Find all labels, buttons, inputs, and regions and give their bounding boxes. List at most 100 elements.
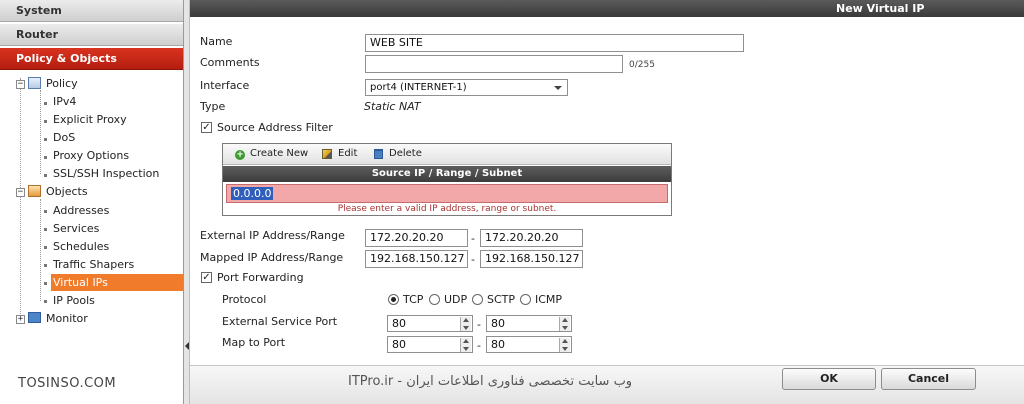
tree-guide [40, 199, 41, 301]
source-address-grid: + Create New Edit Delete Source IP / Ran… [222, 143, 672, 216]
protocol-label: Protocol [222, 293, 267, 306]
source-ip-input[interactable]: 0.0.0.0 [231, 187, 274, 200]
collapse-policy-icon[interactable]: − [16, 80, 25, 89]
delete-icon[interactable] [374, 149, 383, 159]
edit-button[interactable]: Edit [338, 148, 357, 159]
protocol-icmp-label: ICMP [535, 293, 563, 306]
spinner-icon[interactable] [460, 338, 471, 352]
mapped-ip-end-input[interactable]: 192.168.150.127 [480, 250, 583, 268]
port-forwarding-label: Port Forwarding [217, 271, 304, 284]
protocol-tcp-radio[interactable] [388, 294, 399, 305]
bullet-icon [44, 228, 47, 231]
tree-guide [40, 90, 41, 174]
mapped-ip-label: Mapped IP Address/Range [200, 251, 344, 264]
protocol-udp-label: UDP [444, 293, 468, 306]
bullet-icon [44, 300, 47, 303]
source-address-filter-checkbox[interactable]: ✓ [201, 122, 212, 133]
collapse-objects-icon[interactable]: − [16, 188, 25, 197]
port-forwarding-checkbox[interactable]: ✓ [201, 272, 212, 283]
grid-column-header: Source IP / Range / Subnet [223, 166, 671, 182]
nav-header-system[interactable]: System [0, 0, 183, 22]
objects-folder-icon [28, 185, 41, 197]
create-new-button[interactable]: Create New [250, 148, 308, 159]
tree-item-services[interactable]: Services [53, 220, 99, 237]
external-ip-label: External IP Address/Range [200, 229, 345, 242]
tree-item-proxy-options[interactable]: Proxy Options [53, 147, 129, 164]
tree-item-objects[interactable]: Objects [46, 183, 88, 200]
tree-item-addresses[interactable]: Addresses [53, 202, 109, 219]
external-port-start-value: 80 [392, 317, 406, 330]
protocol-sctp-radio[interactable] [472, 294, 483, 305]
bullet-icon [44, 138, 47, 141]
dialog-title: New Virtual IP [836, 2, 925, 15]
policy-folder-icon [28, 77, 41, 89]
grid-toolbar: + Create New Edit Delete [223, 144, 671, 165]
spinner-icon[interactable] [559, 317, 570, 331]
comments-label: Comments [200, 56, 260, 69]
tree-item-explicit-proxy[interactable]: Explicit Proxy [53, 111, 127, 128]
tree-item-virtual-ips[interactable]: Virtual IPs [51, 274, 183, 291]
chevron-down-icon [554, 86, 562, 90]
tree-item-policy[interactable]: Policy [46, 75, 78, 92]
source-address-filter-label: Source Address Filter [217, 121, 333, 134]
cancel-button[interactable]: Cancel [881, 368, 976, 390]
edit-icon[interactable] [322, 149, 332, 159]
create-new-icon[interactable]: + [235, 150, 245, 160]
external-ip-start-input[interactable]: 172.20.20.20 [365, 229, 468, 247]
tree-item-traffic-shapers[interactable]: Traffic Shapers [53, 256, 134, 273]
bullet-icon [44, 174, 47, 177]
type-value: Static NAT [364, 100, 421, 113]
tree-item-dos[interactable]: DoS [53, 129, 75, 146]
bullet-icon [44, 264, 47, 267]
external-port-start-input[interactable]: 80 [387, 315, 473, 332]
spinner-icon[interactable] [559, 338, 570, 352]
comments-textarea[interactable] [365, 55, 623, 73]
left-navigation: System Router Policy & Objects − Policy … [0, 0, 184, 404]
tree-item-monitor[interactable]: Monitor [46, 310, 88, 327]
comments-counter: 0/255 [629, 60, 655, 70]
protocol-udp-radio[interactable] [429, 294, 440, 305]
external-port-end-input[interactable]: 80 [486, 315, 572, 332]
bullet-icon [44, 102, 47, 105]
map-port-end-value: 80 [491, 338, 505, 351]
expand-monitor-icon[interactable]: + [16, 315, 25, 324]
nav-header-policy-objects[interactable]: Policy & Objects [0, 48, 183, 70]
source-ip-input-row[interactable]: 0.0.0.0 [226, 184, 668, 203]
tree-item-schedules[interactable]: Schedules [53, 238, 109, 255]
validation-error-message: Please enter a valid IP address, range o… [337, 204, 557, 214]
bullet-icon [44, 120, 47, 123]
ok-button[interactable]: OK [782, 368, 876, 390]
name-input[interactable]: WEB SITE [365, 34, 744, 52]
protocol-sctp-label: SCTP [487, 293, 516, 306]
delete-button[interactable]: Delete [389, 148, 422, 159]
map-port-start-value: 80 [392, 338, 406, 351]
interface-select[interactable]: port4 (INTERNET-1) [365, 79, 568, 96]
tree-item-ip-pools[interactable]: IP Pools [53, 292, 95, 309]
collapse-arrow-icon[interactable] [185, 342, 189, 350]
interface-label: Interface [200, 79, 250, 92]
external-service-port-label: External Service Port [222, 315, 338, 328]
spinner-icon[interactable] [460, 317, 471, 331]
bullet-icon [44, 246, 47, 249]
monitor-icon [28, 312, 41, 323]
watermark-center: ITPro.ir - وب سایت تخصصی فناوری اطلاعات … [348, 374, 633, 389]
map-port-end-input[interactable]: 80 [486, 336, 572, 353]
interface-select-value: port4 (INTERNET-1) [370, 82, 467, 93]
mapped-ip-start-input[interactable]: 192.168.150.127 [365, 250, 468, 268]
bullet-icon [44, 210, 47, 213]
map-port-start-input[interactable]: 80 [387, 336, 473, 353]
external-port-end-value: 80 [491, 317, 505, 330]
tree-item-ssl-ssh-inspection[interactable]: SSL/SSH Inspection [53, 165, 159, 182]
tree-item-ipv4[interactable]: IPv4 [53, 93, 76, 110]
map-to-port-label: Map to Port [222, 336, 286, 349]
tree-guide [20, 78, 21, 320]
dialog-titlebar: New Virtual IP [190, 0, 1024, 17]
range-separator: - [471, 232, 475, 245]
external-ip-end-input[interactable]: 172.20.20.20 [480, 229, 583, 247]
name-label: Name [200, 35, 233, 48]
protocol-tcp-label: TCP [403, 293, 424, 306]
protocol-icmp-radio[interactable] [520, 294, 531, 305]
nav-header-router[interactable]: Router [0, 24, 183, 46]
watermark-left: TOSINSO.COM [18, 376, 117, 391]
range-separator: - [477, 318, 481, 331]
